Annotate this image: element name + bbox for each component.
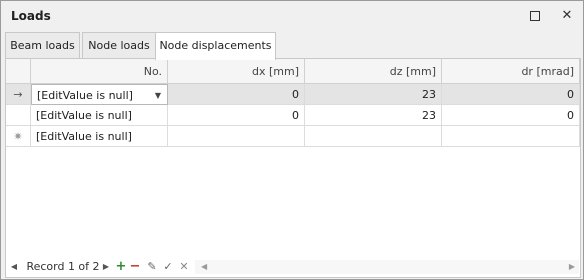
loads-window: Loads ✕ Beam loads Node loads Node displ… — [0, 0, 584, 280]
data-navigator: ◀ Record 1 of 2 ▶ + − ✎ ✓ ✕ ◀ ▶ — [5, 258, 579, 276]
header-indicator — [6, 59, 31, 84]
no-cell[interactable]: [EditValue is null] — [31, 105, 168, 126]
no-cell[interactable]: [EditValue is null] — [31, 126, 168, 147]
tab-beam-loads[interactable]: Beam loads — [5, 32, 80, 58]
no-value: [EditValue is null] — [37, 89, 133, 102]
column-header-dr[interactable]: dr [mrad] — [442, 59, 580, 84]
title-bar[interactable]: Loads ✕ — [1, 1, 583, 31]
column-header-dz[interactable]: dz [mm] — [305, 59, 442, 84]
record-counter: Record 1 of 2 — [26, 260, 100, 273]
edit-record-icon[interactable]: ✎ — [146, 258, 158, 276]
grid-header: No. dx [mm] dz [mm] dr [mrad] — [6, 59, 580, 84]
table-row[interactable]: [EditValue is null] 0 23 0 — [6, 105, 580, 126]
end-edit-icon[interactable]: ✓ — [162, 258, 174, 276]
tab-node-loads[interactable]: Node loads — [82, 32, 156, 58]
dx-cell[interactable]: 0 — [168, 105, 305, 126]
maximize-button[interactable] — [525, 6, 545, 26]
row-indicator: → — [6, 84, 31, 105]
dx-cell[interactable]: 0 — [168, 84, 305, 105]
maximize-icon — [530, 10, 540, 21]
cancel-edit-icon[interactable]: ✕ — [178, 258, 190, 276]
column-header-dx[interactable]: dx [mm] — [168, 59, 305, 84]
close-button[interactable]: ✕ — [557, 6, 577, 26]
next-record-icon[interactable]: ▶ — [101, 258, 111, 276]
scroll-right-icon[interactable]: ▶ — [569, 260, 575, 274]
dr-cell[interactable]: 0 — [442, 84, 580, 105]
dz-cell[interactable]: 23 — [305, 105, 442, 126]
dr-cell[interactable] — [442, 126, 580, 147]
column-header-no[interactable]: No. — [31, 59, 168, 84]
no-cell-editor[interactable]: [EditValue is null] ▼ — [31, 84, 168, 105]
dz-cell[interactable]: 23 — [305, 84, 442, 105]
tab-node-displacements[interactable]: Node displacements — [155, 32, 276, 60]
row-indicator — [6, 105, 31, 126]
dz-cell[interactable] — [305, 126, 442, 147]
window-title: Loads — [11, 9, 51, 23]
arrow-right-icon: → — [13, 88, 23, 101]
dropdown-arrow-icon[interactable]: ▼ — [155, 85, 161, 104]
dr-cell[interactable]: 0 — [442, 105, 580, 126]
horizontal-scrollbar[interactable]: ◀ ▶ — [195, 260, 579, 274]
previous-record-icon[interactable]: ◀ — [9, 258, 19, 276]
delete-record-icon[interactable]: − — [129, 258, 141, 276]
tab-panel: No. dx [mm] dz [mm] dr [mrad] → [EditVal… — [5, 58, 581, 278]
table-row[interactable]: → [EditValue is null] ▼ 0 23 0 — [6, 84, 580, 105]
row-indicator: ✷ — [6, 126, 31, 147]
add-record-icon[interactable]: + — [115, 258, 127, 276]
new-item-row[interactable]: ✷ [EditValue is null] — [6, 126, 580, 147]
dx-cell[interactable] — [168, 126, 305, 147]
new-row-icon: ✷ — [13, 130, 23, 143]
close-icon: ✕ — [561, 8, 573, 23]
scroll-left-icon[interactable]: ◀ — [201, 260, 207, 274]
